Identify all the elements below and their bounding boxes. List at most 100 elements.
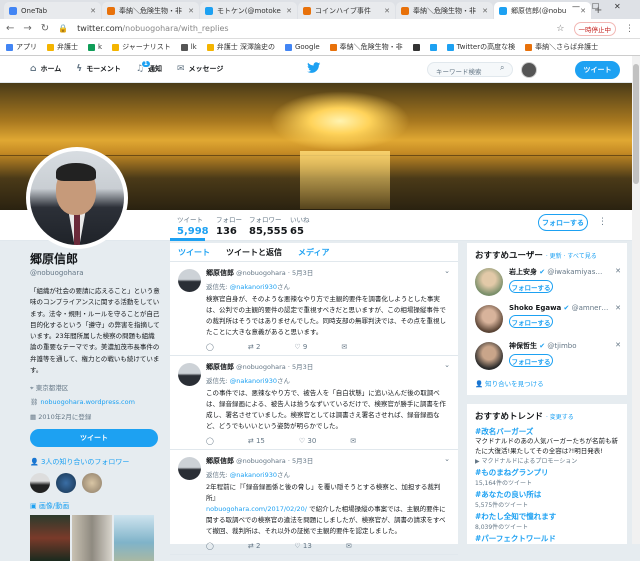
retweet-button[interactable]: ⇄ 2 <box>248 542 261 550</box>
bookmark-item[interactable]: Twitterの高度な検 <box>446 42 515 52</box>
bookmark-item[interactable]: 弁護士 深澤論史の <box>206 42 275 52</box>
search-icon[interactable]: ⌕ <box>500 63 504 73</box>
tab-tweets-and-replies[interactable]: ツイートと返信 <box>226 247 282 258</box>
trend-item[interactable]: #ものまねグランプリ 15,164件のツイート <box>467 467 627 487</box>
trend-item[interactable]: #改名バーガーズ マクドナルドのあの人気バーガーたちが名前も新たに大復活!果たし… <box>467 426 627 465</box>
suggested-user-avatar[interactable] <box>475 305 503 333</box>
stat-tweets[interactable]: ツイート 5,998 <box>177 214 209 237</box>
close-icon[interactable]: ✕ <box>188 7 194 15</box>
media-thumbnail[interactable] <box>30 515 70 561</box>
tweet-to-button[interactable]: ツイート <box>30 429 158 448</box>
suggested-user[interactable]: Shoko Egawa ✔ @amner… フォローする ✕ <box>467 300 627 337</box>
account-avatar[interactable] <box>521 62 537 78</box>
tweet-avatar[interactable] <box>178 457 201 480</box>
maximize-icon[interactable]: ☐ <box>592 2 599 11</box>
media-thumbnail[interactable] <box>114 515 154 561</box>
bookmark-item[interactable]: ジャーナリスト <box>112 42 171 52</box>
minimize-icon[interactable]: — <box>572 2 580 11</box>
forward-icon[interactable]: → <box>23 23 31 34</box>
retweet-button[interactable]: ⇄ 15 <box>248 437 265 445</box>
browser-tab[interactable]: コインハイブ事件 ✕ <box>298 2 395 19</box>
reply-icon[interactable]: ◯ <box>206 343 214 351</box>
close-icon[interactable]: ✕ <box>286 7 292 15</box>
twitter-bird-icon[interactable] <box>307 62 321 74</box>
stat-likes[interactable]: いいね 65 <box>290 214 310 237</box>
chevron-down-icon[interactable]: ⌄ <box>444 361 450 369</box>
like-button[interactable]: ♡ 13 <box>294 542 311 550</box>
page-scrollbar[interactable] <box>632 56 640 544</box>
browser-tab[interactable]: 奉納＼危険生物・非 ✕ <box>396 2 493 19</box>
tweet-avatar[interactable] <box>178 363 201 386</box>
follow-button[interactable]: フォローする <box>538 214 588 231</box>
followers-you-know-link[interactable]: 👤 3人の知り合いのフォロワー <box>30 457 160 467</box>
bookmark-item[interactable]: アプリ <box>6 42 37 52</box>
nav-home[interactable]: ⌂ ホーム <box>30 64 61 74</box>
suggested-follow-button[interactable]: フォローする <box>509 354 553 367</box>
suggested-follow-button[interactable]: フォローする <box>509 315 553 328</box>
chevron-down-icon[interactable]: ⌄ <box>444 455 450 463</box>
bookmark-item[interactable]: lk <box>180 43 197 51</box>
more-options-icon[interactable]: ⋮ <box>598 217 607 227</box>
like-button[interactable]: ♡ 9 <box>294 343 307 351</box>
bookmark-item[interactable]: k <box>88 43 102 51</box>
profile-handle[interactable]: @nobuogohara <box>30 269 160 277</box>
menu-icon[interactable]: ⋮ <box>625 24 634 34</box>
browser-tab[interactable]: モトケン(@motoke ✕ <box>200 2 297 19</box>
tweet[interactable]: ⌄ 郷原信郎 @nobuogohara · 5月3日 返信先: @nakanor… <box>170 262 458 356</box>
stat-followers[interactable]: フォロワー 85,555 <box>249 214 288 237</box>
star-icon[interactable]: ☆ <box>556 24 564 34</box>
close-icon[interactable]: ✕ <box>482 7 488 15</box>
tweet[interactable]: ⌄ 郷原信郎 @nobuogohara · 5月3日 返信先: @nakanor… <box>170 356 458 450</box>
retweet-button[interactable]: ⇄ 2 <box>248 343 261 351</box>
bookmark-item[interactable] <box>429 43 437 51</box>
window-close-icon[interactable]: ✕ <box>614 2 621 11</box>
profile-name[interactable]: 郷原信郎 <box>30 250 160 267</box>
reply-icon[interactable]: ◯ <box>206 437 214 445</box>
close-icon[interactable]: ✕ <box>580 7 586 15</box>
chevron-down-icon[interactable]: ⌄ <box>444 267 450 275</box>
stat-following[interactable]: フォロー 136 <box>216 214 242 237</box>
reload-icon[interactable]: ↻ <box>41 23 49 34</box>
media-thumbnail[interactable] <box>72 515 112 561</box>
bookmark-item[interactable]: 奉納＼危険生物・非 <box>329 42 403 52</box>
suggested-user-avatar[interactable] <box>475 268 503 296</box>
tab-media[interactable]: メディア <box>298 247 329 258</box>
bookmark-item[interactable] <box>412 43 420 51</box>
tweet-button[interactable]: ツイート <box>575 61 620 79</box>
follower-avatar[interactable] <box>30 473 50 494</box>
browser-tab[interactable]: OneTab ✕ <box>4 2 101 19</box>
bookmark-item[interactable]: Google <box>284 43 320 51</box>
dismiss-icon[interactable]: ✕ <box>615 341 621 349</box>
profile-website[interactable]: ⛓ nobuogohara.wordpress.com <box>30 398 160 406</box>
trend-item[interactable]: #あなたの良い所は 5,575件のツイート <box>467 489 627 509</box>
change-trends-link[interactable]: · 変更する <box>546 414 574 421</box>
bookmark-item[interactable]: 弁護士 <box>47 42 78 52</box>
scrollbar-thumb[interactable] <box>633 64 639 184</box>
trend-item[interactable]: #パーフェクトワールド <box>467 533 627 544</box>
nav-notifications[interactable]: ♫ 1 通知 <box>136 60 162 74</box>
media-link[interactable]: ▣ 画像/動画 <box>30 501 160 511</box>
browser-tab[interactable]: 奉納＼危険生物・非 ✕ <box>102 2 199 19</box>
message-icon[interactable]: ✉ <box>350 437 356 445</box>
bookmark-item[interactable]: 奉納＼さらば弁護士 <box>525 42 598 52</box>
dismiss-icon[interactable]: ✕ <box>615 304 621 312</box>
message-icon[interactable]: ✉ <box>346 542 352 550</box>
back-icon[interactable]: ← <box>6 23 14 34</box>
suggested-user[interactable]: 岩上安身 ✔ @iwakamiyas… フォローする ✕ <box>467 263 627 300</box>
url-field[interactable]: twitter.com/nobuogohara/with_replies <box>77 24 547 33</box>
suggested-follow-button[interactable]: フォローする <box>509 280 553 293</box>
nav-moments[interactable]: ϟ モーメント <box>76 64 121 74</box>
reply-icon[interactable]: ◯ <box>206 542 214 550</box>
like-button[interactable]: ♡ 30 <box>299 437 316 445</box>
suggested-user[interactable]: 神保哲生 ✔ @tjimbo フォローする ✕ <box>467 337 627 374</box>
suggested-user-avatar[interactable] <box>475 342 503 370</box>
nav-messages[interactable]: ✉ メッセージ <box>177 64 223 74</box>
follower-avatar[interactable] <box>82 473 102 494</box>
close-icon[interactable]: ✕ <box>90 7 96 15</box>
message-icon[interactable]: ✉ <box>341 343 347 351</box>
follower-avatar[interactable] <box>56 473 76 494</box>
close-icon[interactable]: ✕ <box>384 7 390 15</box>
tweet[interactable]: ⌄ 郷原信郎 @nobuogohara · 5月3日 返信先: @nakanor… <box>170 450 458 555</box>
trend-item[interactable]: #わたし全知で憧れます 8,039件のツイート <box>467 511 627 531</box>
dismiss-icon[interactable]: ✕ <box>615 267 621 275</box>
